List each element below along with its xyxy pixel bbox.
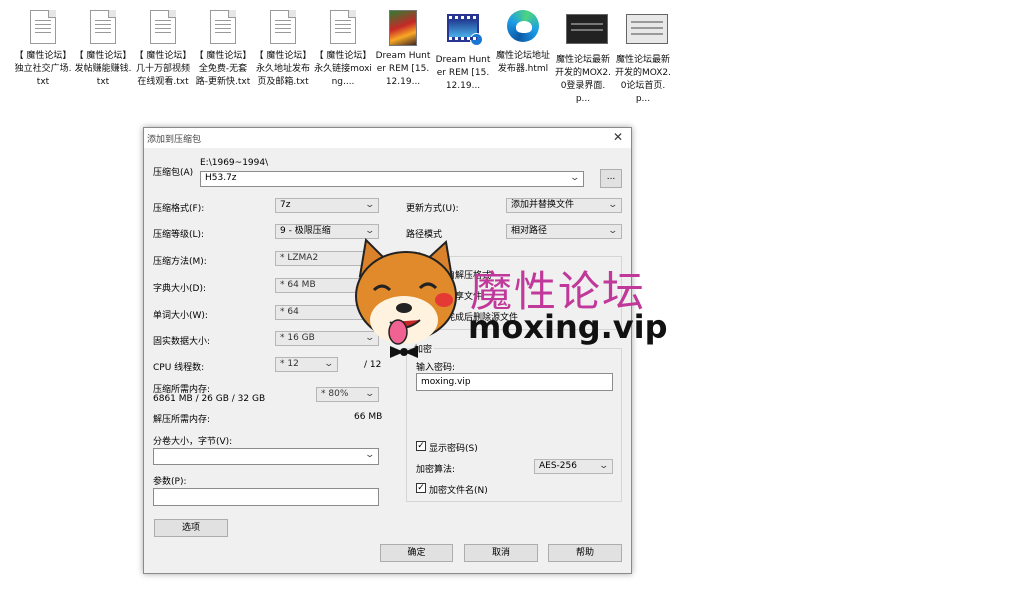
desktop-file-label: Dream Hunter REM [15.12.19... (375, 51, 431, 87)
browse-button[interactable]: ... (600, 169, 622, 188)
desktop-file-txt-6[interactable]: 【 魔性论坛】永久链接moxing.... (314, 10, 372, 89)
word-size-value: * 64 (280, 307, 299, 317)
password-input[interactable]: moxing.vip (416, 373, 613, 391)
shiba-mascot-logo (355, 238, 457, 358)
level-value: 9 - 极限压缩 (280, 226, 331, 236)
archive-label: 压缩包(A) (153, 168, 194, 178)
encryption-method-label: 加密算法: (416, 465, 456, 475)
options-button[interactable]: 选项 (154, 519, 228, 537)
volume-size-combobox[interactable]: ⌄ (153, 448, 379, 465)
word-size-label: 单词大小(W): (153, 311, 208, 321)
text-file-icon (150, 10, 176, 44)
chevron-down-icon: ⌄ (607, 226, 619, 236)
chevron-down-icon: ⌄ (323, 359, 335, 369)
show-password-label: 显示密码(S) (429, 444, 478, 454)
text-file-icon (210, 10, 236, 44)
encryption-method-value: AES-256 (539, 461, 577, 471)
chevron-down-icon: ⌄ (364, 450, 376, 460)
ok-button[interactable]: 确定 (380, 544, 453, 562)
desktop-file-html[interactable]: 魔性论坛地址发布器.html (494, 10, 552, 76)
desktop-file-png-2[interactable]: 魔性论坛最新开发的MOX2.0论坛首页.p... (614, 10, 672, 106)
desktop-file-label: 魔性论坛最新开发的MOX2.0登录界面.p... (554, 55, 612, 104)
desktop-file-label: 【 魔性论坛】发帖赚能赚钱.txt (74, 51, 132, 87)
desktop-file-txt-2[interactable]: 【 魔性论坛】发帖赚能赚钱.txt (74, 10, 132, 89)
encryption-method-select[interactable]: AES-256 ⌄ (534, 459, 613, 474)
desktop-file-label: 魔性论坛地址发布器.html (495, 51, 550, 74)
dialog-titlebar[interactable]: 添加到压缩包 ✕ (144, 128, 631, 148)
text-file-icon (270, 10, 296, 44)
level-label: 压缩等级(L): (153, 230, 205, 240)
path-mode-value: 相对路径 (511, 226, 548, 236)
chevron-down-icon: ⌄ (598, 461, 610, 471)
desktop-file-txt-5[interactable]: 【 魔性论坛】永久地址发布页及邮箱.txt (254, 10, 312, 89)
desktop-file-label: Dream Hunter REM [15.12.19... (435, 55, 491, 91)
text-file-icon (30, 10, 56, 44)
text-file-icon (90, 10, 116, 44)
dialog-title: 添加到压缩包 (147, 135, 202, 145)
update-mode-label: 更新方式(U): (406, 204, 459, 214)
archive-name-value: H53.7z (205, 173, 237, 183)
dictionary-label: 字典大小(D): (153, 284, 206, 294)
params-label: 参数(P): (153, 477, 187, 487)
encrypt-filenames-checkbox[interactable]: ✓ (416, 483, 426, 493)
sync-badge-icon (470, 33, 483, 46)
desktop-file-label: 魔性论坛最新开发的MOX2.0论坛首页.p... (614, 55, 672, 104)
method-value: * LZMA2 (280, 253, 319, 263)
solid-size-value: * 16 GB (280, 333, 315, 343)
chevron-down-icon: ⌄ (607, 200, 619, 210)
desktop-file-label: 【 魔性论坛】全免费-无套路-更新快.txt (194, 51, 252, 87)
edge-browser-icon (507, 10, 539, 42)
desktop-file-txt-3[interactable]: 【 魔性论坛】几十万部视频在线观看.txt (134, 10, 192, 89)
desktop-file-poster[interactable]: Dream Hunter REM [15.12.19... (374, 10, 432, 89)
memory-usage-value: * 80% (321, 389, 349, 399)
screenshot-image-icon (566, 14, 608, 44)
text-file-icon (330, 10, 356, 44)
desktop-file-label: 【 魔性论坛】永久地址发布页及邮箱.txt (254, 51, 312, 87)
dictionary-value: * 64 MB (280, 280, 316, 290)
desktop-file-label: 【 魔性论坛】独立社交广场.txt (14, 51, 72, 87)
chevron-down-icon: ⌄ (364, 226, 376, 236)
level-select[interactable]: 9 - 极限压缩 ⌄ (275, 224, 379, 239)
volume-label: 分卷大小，字节(V): (153, 437, 233, 447)
chevron-down-icon: ⌄ (364, 200, 376, 210)
format-select[interactable]: 7z ⌄ (275, 198, 379, 213)
params-input[interactable] (153, 488, 379, 506)
watermark-url: moxing.vip (468, 308, 668, 346)
format-value: 7z (280, 200, 291, 210)
desktop-file-label: 【 魔性论坛】永久链接moxing.... (314, 51, 372, 87)
update-mode-select[interactable]: 添加并替换文件 ⌄ (506, 198, 622, 213)
threads-value: * 12 (280, 359, 299, 369)
update-mode-value: 添加并替换文件 (511, 200, 575, 210)
chevron-down-icon: ⌄ (364, 389, 376, 399)
desktop-file-png-1[interactable]: 魔性论坛最新开发的MOX2.0登录界面.p... (554, 10, 612, 106)
desktop-file-txt-4[interactable]: 【 魔性论坛】全免费-无套路-更新快.txt (194, 10, 252, 89)
screenshot-image-icon (626, 14, 668, 44)
video-file-icon (447, 14, 483, 46)
compress-memory-detail: 6861 MB / 26 GB / 32 GB (153, 394, 266, 404)
poster-image-icon (389, 10, 417, 46)
solid-size-label: 固实数据大小: (153, 337, 211, 347)
encrypt-filenames-label: 加密文件名(N) (429, 486, 488, 496)
help-button[interactable]: 帮助 (548, 544, 622, 562)
desktop-file-video[interactable]: Dream Hunter REM [15.12.19... (434, 10, 492, 93)
decompress-memory-value: 66 MB (354, 412, 383, 422)
threads-label: CPU 线程数: (153, 363, 205, 373)
archive-name-combobox[interactable]: H53.7z ⌄ (200, 171, 584, 187)
path-mode-select[interactable]: 相对路径 ⌄ (506, 224, 622, 239)
desktop-file-label: 【 魔性论坛】几十万部视频在线观看.txt (134, 51, 192, 87)
chevron-down-icon: ⌄ (569, 173, 581, 183)
memory-usage-select[interactable]: * 80% ⌄ (316, 387, 379, 402)
show-password-checkbox[interactable]: ✓ (416, 441, 426, 451)
format-label: 压缩格式(F): (153, 204, 205, 214)
decompress-memory-label: 解压所需内存: (153, 415, 211, 425)
desktop-file-txt-1[interactable]: 【 魔性论坛】独立社交广场.txt (14, 10, 72, 89)
threads-select[interactable]: * 12 ⌄ (275, 357, 338, 372)
cancel-button[interactable]: 取消 (464, 544, 538, 562)
archive-path: E:\1969~1994\ (200, 158, 269, 168)
method-label: 压缩方法(M): (153, 257, 207, 267)
close-icon[interactable]: ✕ (611, 130, 625, 144)
